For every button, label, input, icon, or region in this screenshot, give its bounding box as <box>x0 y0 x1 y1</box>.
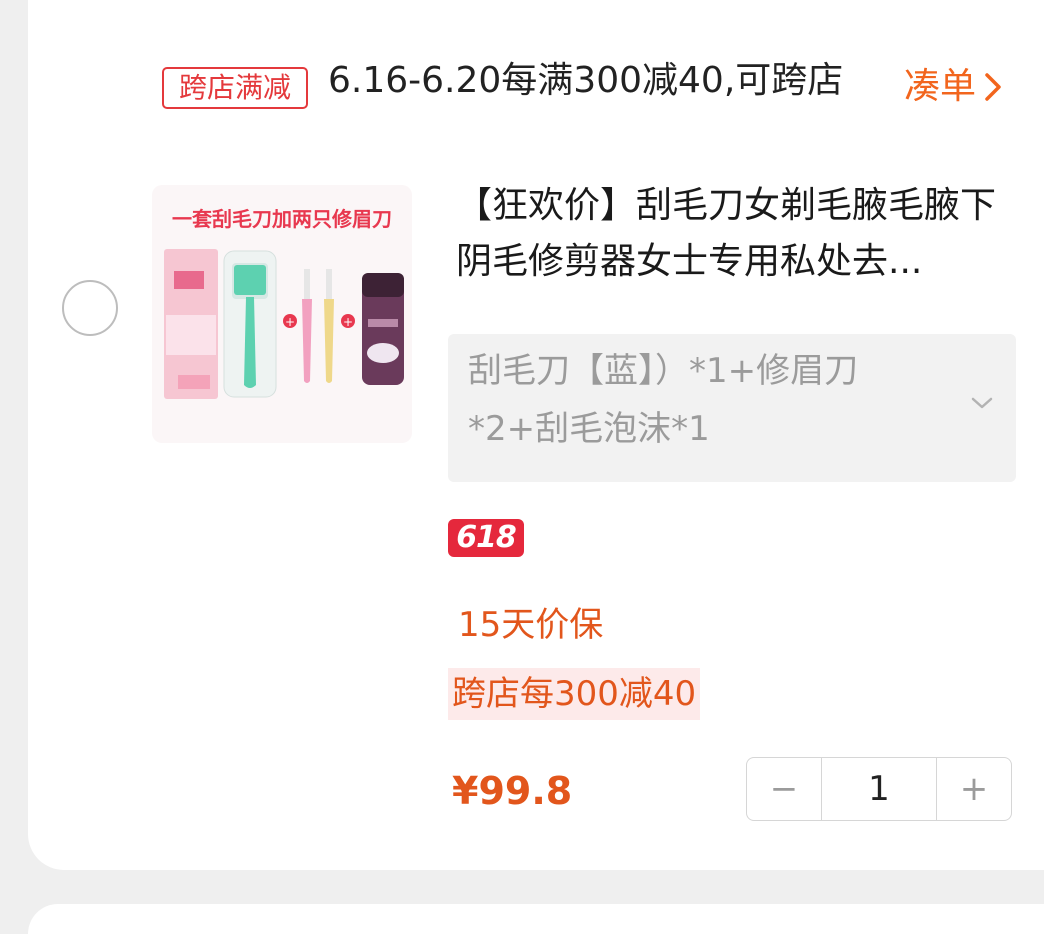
select-item-checkbox[interactable] <box>62 280 118 336</box>
add-on-items-link[interactable]: 凑单 <box>904 64 1002 110</box>
chevron-down-icon <box>971 397 993 409</box>
next-cart-card <box>28 904 1044 934</box>
promo-text: 6.16-6.20每满300减40,可跨店 <box>328 60 844 101</box>
chevron-right-icon <box>985 73 1001 101</box>
sku-text: 刮毛刀【蓝】）*1+修眉刀*2+刮毛泡沫*1 <box>468 351 859 449</box>
618-badge: 618 <box>448 519 524 557</box>
product-image[interactable]: 一套刮毛刀加两只修眉刀 + + <box>152 185 412 443</box>
price-protection-label: 15天价保 <box>458 605 604 645</box>
price: ¥99.8 <box>452 769 573 813</box>
decrease-button[interactable]: − <box>747 758 821 820</box>
increase-button[interactable]: + <box>937 758 1011 820</box>
quantity-value[interactable]: 1 <box>821 758 937 820</box>
svg-text:+: + <box>343 315 353 329</box>
add-on-items-label: 凑单 <box>904 66 977 107</box>
product-photo: + + <box>164 249 404 399</box>
product-title[interactable]: 【狂欢价】刮毛刀女剃毛腋毛腋下阴毛修剪器女士专用私处去... <box>456 178 1016 290</box>
svg-text:+: + <box>285 315 295 329</box>
promo-tag: 跨店满减 <box>162 67 308 109</box>
sku-selector[interactable]: 刮毛刀【蓝】）*1+修眉刀*2+刮毛泡沫*1 <box>448 334 1016 482</box>
discount-chip: 跨店每300减40 <box>448 668 701 720</box>
quantity-stepper: − 1 + <box>746 757 1012 821</box>
